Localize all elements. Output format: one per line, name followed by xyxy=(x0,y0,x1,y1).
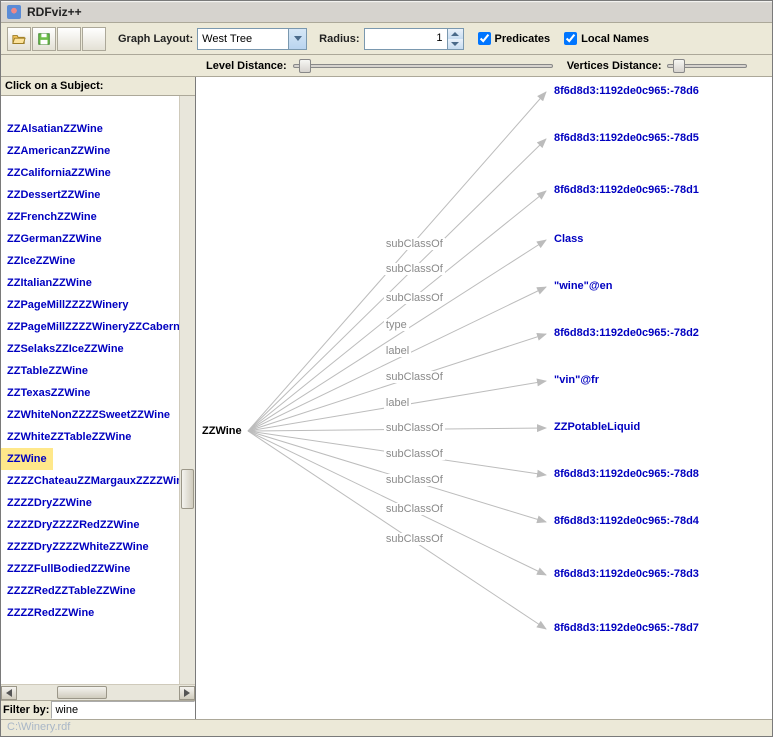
edge-lines xyxy=(196,77,772,717)
subject-item[interactable]: ZZGermanZZWine xyxy=(1,228,179,250)
edge-label: subClassOf xyxy=(384,238,445,250)
sidebar-title: Click on a Subject: xyxy=(1,77,195,96)
radius-label: Radius: xyxy=(319,33,359,45)
toolbar: Graph Layout: West Tree Radius: 1 Predic… xyxy=(1,23,772,55)
edge-label: type xyxy=(384,319,409,331)
subject-item[interactable]: ZZPageMillZZZZWinery xyxy=(1,294,179,316)
local-names-input[interactable] xyxy=(564,32,577,45)
scroll-thumb[interactable] xyxy=(181,469,194,509)
predicates-label: Predicates xyxy=(495,33,551,45)
toolbar-button-4[interactable] xyxy=(82,27,106,51)
center-node[interactable]: ZZWine xyxy=(202,425,242,437)
subject-item[interactable]: ZZItalianZZWine xyxy=(1,272,179,294)
graph-node[interactable]: 8f6d8d3:1192de0c965:-78d3 xyxy=(554,568,699,580)
graph-node[interactable]: 8f6d8d3:1192de0c965:-78d6 xyxy=(554,85,699,97)
scroll-left-button[interactable] xyxy=(1,686,17,700)
edge-label: subClassOf xyxy=(384,292,445,304)
java-icon xyxy=(7,5,21,19)
radius-spinner[interactable]: 1 xyxy=(364,28,464,50)
h-scroll-thumb[interactable] xyxy=(57,686,107,699)
subject-item[interactable]: ZZZZChateauZZMargauxZZZZWine xyxy=(1,470,179,492)
combo-value: West Tree xyxy=(202,33,252,45)
graph-node[interactable]: "wine"@en xyxy=(554,280,612,292)
status-bar: C:\Winery.rdf xyxy=(1,719,772,736)
scroll-right-button[interactable] xyxy=(179,686,195,700)
graph-canvas[interactable]: ZZWine 8f6d8d3:1192de0c965:-78d6 8f6d8d3:… xyxy=(196,77,772,719)
subject-item[interactable]: ZZTableZZWine xyxy=(1,360,179,382)
edge-label: subClassOf xyxy=(384,448,445,460)
window-title: RDFviz++ xyxy=(27,5,82,19)
vertical-scrollbar[interactable] xyxy=(179,96,195,684)
spinner-up[interactable] xyxy=(448,29,463,39)
edge-label: subClassOf xyxy=(384,503,445,515)
local-names-label: Local Names xyxy=(581,33,649,45)
edge-label: subClassOf xyxy=(384,263,445,275)
graph-node[interactable]: "vin"@fr xyxy=(554,374,599,386)
spinner-buttons xyxy=(447,29,463,49)
graph-node[interactable]: 8f6d8d3:1192de0c965:-78d7 xyxy=(554,622,699,634)
subject-item[interactable]: ZZFrenchZZWine xyxy=(1,206,179,228)
graph-node[interactable]: 8f6d8d3:1192de0c965:-78d4 xyxy=(554,515,699,527)
graph-node[interactable]: 8f6d8d3:1192de0c965:-78d2 xyxy=(554,327,699,339)
toolbar-button-3[interactable] xyxy=(57,27,81,51)
sidebar: Click on a Subject: ZZAlsatianZZWineZZAm… xyxy=(1,77,196,719)
edge-label: subClassOf xyxy=(384,422,445,434)
subject-item[interactable]: ZZIceZZWine xyxy=(1,250,179,272)
subject-item[interactable]: ZZZZDryZZWine xyxy=(1,492,179,514)
graph-node[interactable]: 8f6d8d3:1192de0c965:-78d8 xyxy=(554,468,699,480)
file-buttons xyxy=(7,27,106,51)
filter-bar: Filter by: wine xyxy=(1,700,195,719)
subject-item[interactable]: ZZZZDryZZZZRedZZWine xyxy=(1,514,179,536)
graph-node[interactable]: 8f6d8d3:1192de0c965:-78d5 xyxy=(554,132,699,144)
level-distance-label: Level Distance: xyxy=(206,60,287,72)
local-names-checkbox[interactable]: Local Names xyxy=(564,32,649,45)
level-distance-slider[interactable] xyxy=(293,57,553,75)
save-icon xyxy=(37,32,51,46)
open-button[interactable] xyxy=(7,27,31,51)
edge-label: subClassOf xyxy=(384,371,445,383)
graph-node[interactable]: 8f6d8d3:1192de0c965:-78d1 xyxy=(554,184,699,196)
subject-item[interactable]: ZZPageMillZZZZWineryZZCabernet xyxy=(1,316,179,338)
filter-label: Filter by: xyxy=(1,701,51,719)
main-row: Click on a Subject: ZZAlsatianZZWineZZAm… xyxy=(1,77,772,719)
radius-value: 1 xyxy=(365,29,447,49)
subject-item[interactable]: ZZWhiteZZTableZZWine xyxy=(1,426,179,448)
graph-node[interactable]: ZZPotableLiquid xyxy=(554,421,640,433)
graph-layout-label: Graph Layout: xyxy=(118,33,193,45)
folder-open-icon xyxy=(12,32,26,46)
vertices-distance-slider[interactable] xyxy=(667,57,747,75)
subject-list-inner: ZZAlsatianZZWineZZAmericanZZWineZZCalifo… xyxy=(1,96,179,684)
titlebar[interactable]: RDFviz++ xyxy=(1,1,772,23)
predicates-checkbox[interactable]: Predicates xyxy=(478,32,551,45)
predicates-input[interactable] xyxy=(478,32,491,45)
spinner-down[interactable] xyxy=(448,39,463,49)
app-window: RDFviz++ Graph Layout: West Tree Radius:… xyxy=(0,0,773,737)
subject-item[interactable]: ZZZZRedZZWine xyxy=(1,602,179,624)
edge-label: label xyxy=(384,397,411,409)
subject-item[interactable]: ZZDessertZZWine xyxy=(1,184,179,206)
edge-label: subClassOf xyxy=(384,474,445,486)
subject-item[interactable]: ZZCaliforniaZZWine xyxy=(1,162,179,184)
graph-node[interactable]: Class xyxy=(554,233,583,245)
subject-item[interactable]: ZZAlsatianZZWine xyxy=(1,118,179,140)
subject-list: ZZAlsatianZZWineZZAmericanZZWineZZCalifo… xyxy=(1,96,195,684)
subject-item[interactable]: ZZWine xyxy=(1,448,53,470)
subject-item[interactable]: ZZZZRedZZTableZZWine xyxy=(1,580,179,602)
subject-item[interactable]: ZZWhiteNonZZZZSweetZZWine xyxy=(1,404,179,426)
subject-item[interactable]: ZZSelaksZZIceZZWine xyxy=(1,338,179,360)
distance-bar: Level Distance: Vertices Distance: xyxy=(1,55,772,77)
subject-item[interactable]: ZZZZFullBodiedZZWine xyxy=(1,558,179,580)
filter-input[interactable]: wine xyxy=(51,701,195,719)
edge-label: label xyxy=(384,345,411,357)
edge-label: subClassOf xyxy=(384,533,445,545)
subject-item[interactable]: ZZZZDryZZZZWhiteZZWine xyxy=(1,536,179,558)
graph-layout-combo[interactable]: West Tree xyxy=(197,28,307,50)
horizontal-scrollbar[interactable] xyxy=(1,684,195,700)
save-button[interactable] xyxy=(32,27,56,51)
subject-item[interactable]: ZZTexasZZWine xyxy=(1,382,179,404)
vertices-distance-label: Vertices Distance: xyxy=(567,60,662,72)
chevron-down-icon xyxy=(288,29,306,49)
subject-item[interactable]: ZZAmericanZZWine xyxy=(1,140,179,162)
